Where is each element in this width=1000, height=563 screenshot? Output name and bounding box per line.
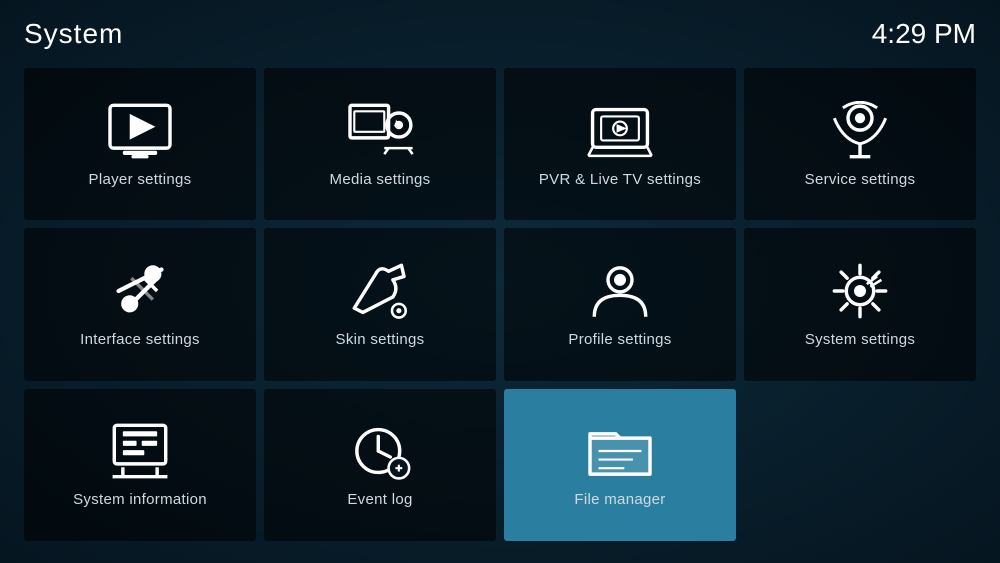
media-icon: ♪ xyxy=(345,101,415,161)
system-icon xyxy=(825,261,895,321)
profile-icon xyxy=(585,261,655,321)
media-settings-label: Media settings xyxy=(330,171,431,188)
player-settings[interactable]: Player settings xyxy=(24,68,256,220)
skin-icon xyxy=(345,261,415,321)
pvr-settings[interactable]: PVR & Live TV settings xyxy=(504,68,736,220)
system-settings[interactable]: System settings xyxy=(744,228,976,380)
skin-settings-label: Skin settings xyxy=(336,331,425,348)
service-settings[interactable]: Service settings xyxy=(744,68,976,220)
profile-settings-label: Profile settings xyxy=(568,331,671,348)
event-log-label: Event log xyxy=(347,491,412,508)
clock: 4:29 PM xyxy=(872,18,976,50)
page-title: System xyxy=(24,18,123,50)
event-log[interactable]: Event log xyxy=(264,389,496,541)
file-manager-label: File manager xyxy=(574,491,665,508)
settings-grid: Player settings ♪ Media settings PVR & L… xyxy=(0,60,1000,557)
system-information[interactable]: System information xyxy=(24,389,256,541)
system-information-label: System information xyxy=(73,491,207,508)
filemanager-icon xyxy=(585,421,655,481)
profile-settings[interactable]: Profile settings xyxy=(504,228,736,380)
service-icon xyxy=(825,101,895,161)
media-settings[interactable]: ♪ Media settings xyxy=(264,68,496,220)
svg-text:♪: ♪ xyxy=(393,115,399,129)
eventlog-icon xyxy=(345,421,415,481)
file-manager[interactable]: File manager xyxy=(504,389,736,541)
service-settings-label: Service settings xyxy=(805,171,916,188)
player-icon xyxy=(105,101,175,161)
pvr-icon xyxy=(585,101,655,161)
interface-settings[interactable]: Interface settings xyxy=(24,228,256,380)
skin-settings[interactable]: Skin settings xyxy=(264,228,496,380)
sysinfo-icon xyxy=(105,421,175,481)
interface-icon xyxy=(105,261,175,321)
system-settings-label: System settings xyxy=(805,331,915,348)
pvr-settings-label: PVR & Live TV settings xyxy=(539,171,701,188)
header: System 4:29 PM xyxy=(0,0,1000,60)
interface-settings-label: Interface settings xyxy=(80,331,200,348)
player-settings-label: Player settings xyxy=(89,171,192,188)
